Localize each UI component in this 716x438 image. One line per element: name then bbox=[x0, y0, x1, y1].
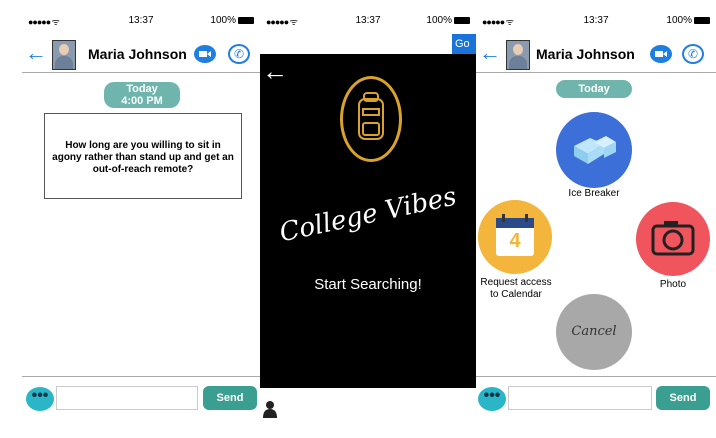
photo-button[interactable] bbox=[636, 202, 710, 276]
phone-call-icon[interactable]: ✆ bbox=[228, 44, 250, 64]
avatar[interactable] bbox=[52, 40, 76, 70]
battery-indicator: 100% bbox=[426, 15, 470, 26]
battery-indicator: 100% bbox=[666, 15, 710, 26]
cancel-button[interactable]: Cancel bbox=[556, 294, 632, 370]
calendar-label: Request access to Calendar bbox=[480, 277, 552, 300]
back-arrow-icon[interactable]: ← bbox=[262, 58, 288, 84]
message-input[interactable] bbox=[508, 386, 652, 410]
video-call-icon[interactable] bbox=[650, 45, 672, 63]
calendar-day: 4 bbox=[509, 230, 521, 252]
start-searching-button[interactable]: Start Searching! bbox=[260, 276, 476, 293]
date-badge: Today bbox=[556, 80, 632, 98]
contact-name: Maria Johnson bbox=[88, 46, 187, 62]
actions-screen: ●●●●● ᯤ 13:37 100% ← Maria Johnson ✆ Tod… bbox=[476, 0, 716, 438]
battery-icon bbox=[454, 16, 470, 24]
chat-header: ← Maria Johnson ✆ bbox=[476, 36, 716, 73]
search-screen: ●●●●● ᯤ 13:37 100% Go ← College Vibes St… bbox=[260, 0, 476, 438]
battery-icon bbox=[694, 16, 710, 24]
go-button[interactable]: Go bbox=[452, 34, 476, 54]
send-button[interactable]: Send bbox=[656, 386, 710, 410]
back-arrow-icon[interactable]: ← bbox=[479, 42, 501, 64]
ice-breaker-label: Ice Breaker bbox=[568, 188, 620, 199]
input-divider bbox=[476, 376, 716, 377]
phone-call-icon[interactable]: ✆ bbox=[682, 44, 704, 64]
calendar-button[interactable]: 4 bbox=[478, 200, 552, 274]
person-icon[interactable] bbox=[263, 400, 277, 423]
avatar[interactable] bbox=[506, 40, 530, 70]
status-bar: ●●●●● ᯤ 13:37 100% bbox=[476, 12, 716, 30]
ice-breaker-question: How long are you willing to sit in agony… bbox=[44, 113, 242, 199]
more-options-button[interactable]: ••• bbox=[478, 387, 506, 411]
video-call-icon[interactable] bbox=[194, 45, 216, 63]
ice-cube-icon bbox=[574, 136, 616, 164]
input-divider bbox=[22, 376, 260, 377]
camera-icon bbox=[651, 221, 695, 256]
chat-header: ← Maria Johnson ✆ bbox=[22, 36, 260, 73]
chat-screen: ●●●●● ᯤ 13:37 100% ← Maria Johnson ✆ Tod… bbox=[22, 0, 260, 438]
back-arrow-icon[interactable]: ← bbox=[25, 42, 47, 64]
photo-label: Photo bbox=[659, 279, 687, 290]
send-button[interactable]: Send bbox=[203, 386, 257, 410]
ice-breaker-button[interactable] bbox=[556, 112, 632, 188]
message-input[interactable] bbox=[56, 386, 198, 410]
contact-name: Maria Johnson bbox=[536, 46, 635, 62]
battery-indicator: 100% bbox=[210, 15, 254, 26]
status-bar: ●●●●● ᯤ 13:37 100% bbox=[22, 12, 260, 30]
more-options-button[interactable]: ••• bbox=[26, 387, 54, 411]
date-badge: Today 4:00 PM bbox=[104, 82, 180, 108]
battery-icon bbox=[238, 16, 254, 24]
status-bar: ●●●●● ᯤ 13:37 100% bbox=[260, 12, 476, 30]
backpack-icon bbox=[340, 76, 402, 162]
